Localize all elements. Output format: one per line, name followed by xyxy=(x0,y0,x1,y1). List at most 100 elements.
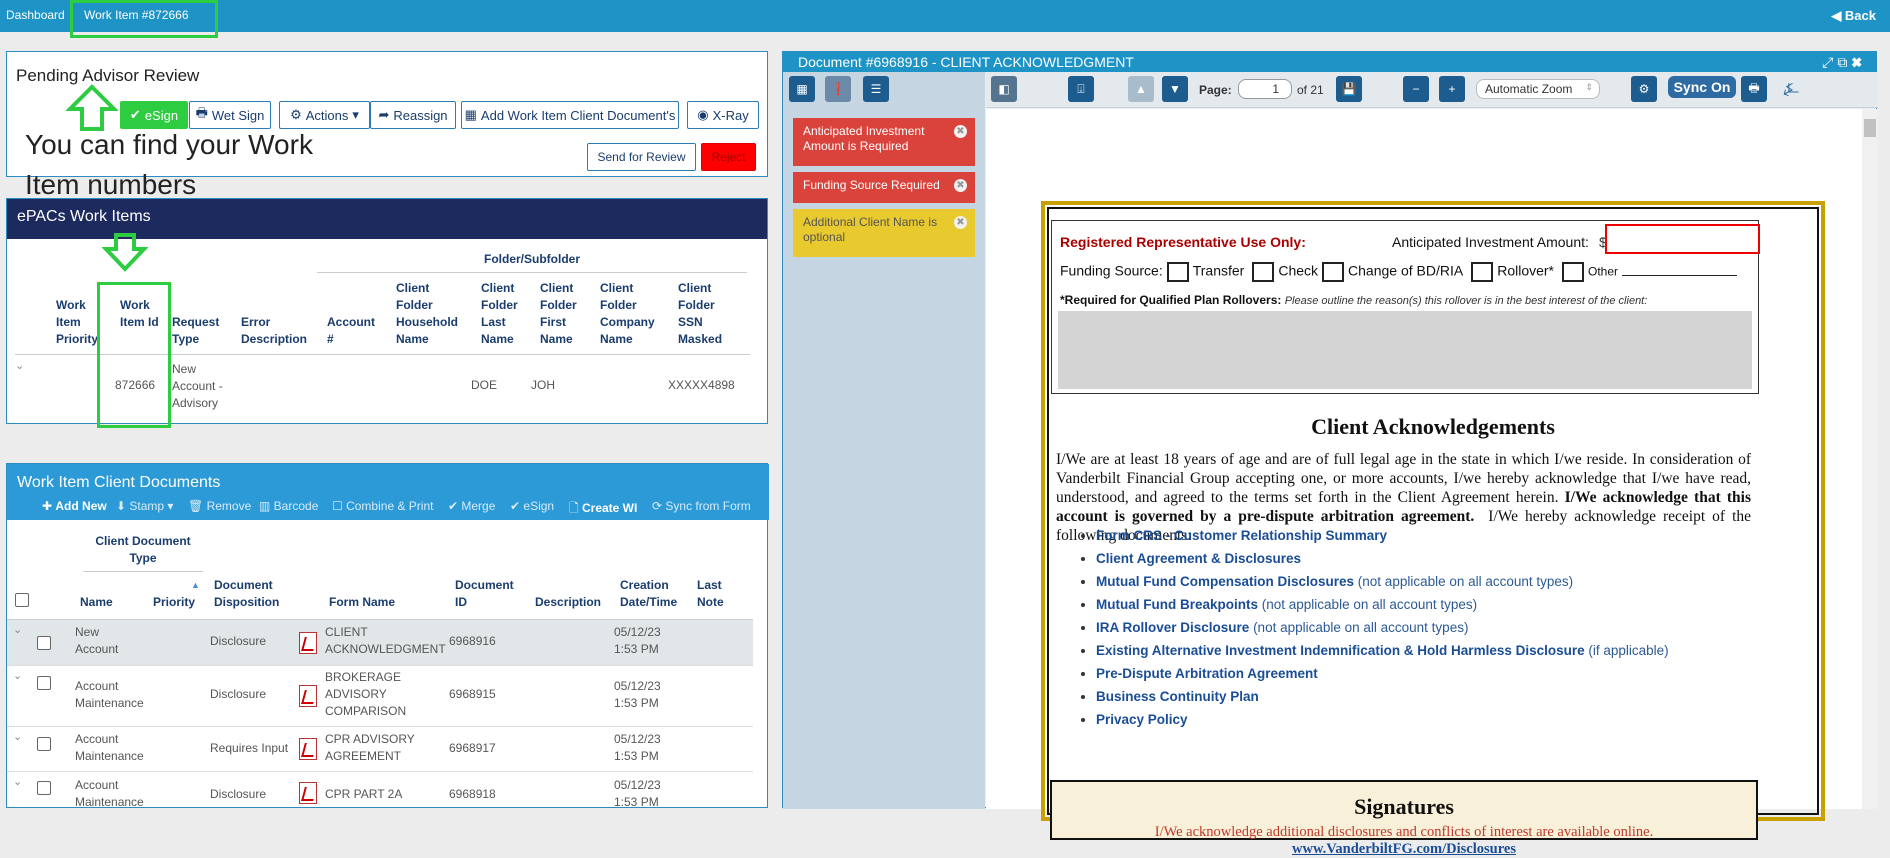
toolbar-add-new[interactable]: ✚ Add New xyxy=(42,499,107,513)
pdf-icon[interactable] xyxy=(299,632,317,654)
list-item[interactable]: Mutual Fund Breakpoints (not applicable … xyxy=(1096,593,1758,616)
col-last-note[interactable]: Last Note xyxy=(697,577,737,611)
pdf-export-icon[interactable]: ⍼ xyxy=(1778,76,1804,102)
list-item[interactable]: Form CRS - Customer Relationship Summary xyxy=(1096,524,1758,547)
row-form-name[interactable]: CPR ADVISORY AGREEMENT xyxy=(325,731,425,765)
table-row[interactable]: ⌄ New Account Disclosure CLIENT ACKNOWLE… xyxy=(7,619,753,665)
reject-button[interactable]: Reject xyxy=(701,143,756,171)
dismiss-icon[interactable]: ✖ xyxy=(954,125,967,138)
thumbnails-icon[interactable]: ▦ xyxy=(789,76,815,102)
list-item[interactable]: Client Agreement & Disclosures xyxy=(1096,547,1758,570)
table-row[interactable]: ⌄ Account Maintenance Disclosure CPR PAR… xyxy=(7,771,753,809)
select-all-checkbox[interactable] xyxy=(15,593,29,607)
row-checkbox[interactable] xyxy=(37,781,51,795)
list-item[interactable]: IRA Rollover Disclosure (not applicable … xyxy=(1096,616,1758,639)
col-document-disposition[interactable]: Document Disposition xyxy=(214,577,294,611)
toolbar-stamp[interactable]: ⬇ Stamp ▾ xyxy=(116,499,173,513)
previous-page-icon[interactable]: ▲ xyxy=(1128,76,1154,102)
toolbar-create-wi[interactable]: 🗋 Create WI xyxy=(569,499,637,520)
list-item[interactable]: Pre-Dispute Arbitration Agreement xyxy=(1096,662,1758,685)
row-checkbox[interactable] xyxy=(37,676,51,690)
table-row[interactable]: ⌄ Account Maintenance Requires Input CPR… xyxy=(7,726,753,771)
send-for-review-button[interactable]: Send for Review xyxy=(587,143,696,171)
settings-gear-icon[interactable]: ⚙ xyxy=(1631,76,1657,102)
breadcrumb-dashboard[interactable]: Dashboard xyxy=(6,8,65,22)
col-work-item-priority[interactable]: Work Item Priority xyxy=(56,297,98,348)
row-checkbox[interactable] xyxy=(37,737,51,751)
breadcrumb-work-item[interactable]: Work Item #872666 xyxy=(84,8,189,22)
change-bd-checkbox[interactable] xyxy=(1322,262,1345,282)
other-checkbox[interactable] xyxy=(1562,262,1585,282)
close-icon[interactable]: ✖ xyxy=(1851,54,1866,70)
pdf-icon[interactable] xyxy=(299,685,317,707)
col-error-description[interactable]: Error Description xyxy=(241,314,313,348)
scrollbar-thumb[interactable] xyxy=(1864,119,1876,137)
list-item[interactable]: Privacy Policy xyxy=(1096,708,1758,731)
row-expand-chevron-icon[interactable]: ⌄ xyxy=(13,669,22,682)
row-checkbox[interactable] xyxy=(37,636,51,650)
toolbar-barcode[interactable]: ▥ Barcode xyxy=(259,499,318,513)
col-account-number[interactable]: Account # xyxy=(327,314,383,348)
alert-funding-source[interactable]: Funding Source Required ✖ xyxy=(793,172,975,203)
table-row[interactable]: ⌄ Account Maintenance Disclosure BROKERA… xyxy=(7,665,753,726)
dismiss-icon[interactable]: ✖ xyxy=(954,179,967,192)
alerts-icon[interactable]: ❗ xyxy=(825,76,851,102)
alert-additional-client[interactable]: Additional Client Name is optional ✖ xyxy=(793,209,975,257)
list-item[interactable]: Mutual Fund Compensation Disclosures (no… xyxy=(1096,570,1758,593)
expand-icon[interactable]: ⤢ xyxy=(1822,54,1837,70)
col-company-name[interactable]: Client Folder Company Name xyxy=(600,280,660,348)
toolbar-merge[interactable]: ✔ Merge xyxy=(448,499,495,513)
col-priority[interactable]: Priority xyxy=(153,594,195,611)
row-expand-chevron-icon[interactable]: ⌄ xyxy=(13,730,22,743)
row-form-name[interactable]: BROKERAGE ADVISORY COMPARISON xyxy=(325,669,420,720)
dismiss-icon[interactable]: ✖ xyxy=(954,216,967,229)
toolbar-sync-from-form[interactable]: ⟳ Sync from Form xyxy=(652,499,751,513)
pdf-icon[interactable] xyxy=(299,738,317,760)
disclosures-link[interactable]: www.VanderbiltFG.com/Disclosures xyxy=(1052,841,1756,858)
sidebar-toggle-icon[interactable]: ◧ xyxy=(991,76,1017,102)
col-name[interactable]: Name xyxy=(80,594,113,611)
sort-asc-icon[interactable]: ▲ xyxy=(191,580,200,590)
next-page-icon[interactable]: ▼ xyxy=(1162,76,1188,102)
external-link-icon[interactable]: ⧉ xyxy=(1837,54,1851,70)
xray-button[interactable]: ◉ X-Ray xyxy=(687,101,759,129)
rollover-checkbox[interactable] xyxy=(1471,262,1494,282)
zoom-select[interactable]: Automatic Zoom ⇕ xyxy=(1476,79,1600,99)
col-first-name[interactable]: Client Folder First Name xyxy=(540,280,584,348)
toolbar-combine-print[interactable]: ☐ Combine & Print xyxy=(332,499,433,513)
vertical-scrollbar[interactable] xyxy=(1862,109,1878,809)
col-household-name[interactable]: Client Folder Household Name xyxy=(396,280,464,348)
transfer-checkbox[interactable] xyxy=(1166,262,1189,282)
row-form-name[interactable]: CPR PART 2A xyxy=(325,786,402,803)
toolbar-remove[interactable]: 🗑 Remove xyxy=(188,499,251,513)
col-ssn-masked[interactable]: Client Folder SSN Masked xyxy=(678,280,728,348)
pdf-icon[interactable] xyxy=(299,782,317,804)
back-button[interactable]: ◀ Back xyxy=(1831,8,1876,24)
alert-investment-amount[interactable]: Anticipated Investment Amount is Require… xyxy=(793,118,975,166)
col-form-name[interactable]: Form Name xyxy=(329,594,395,611)
add-documents-button[interactable]: ▦ Add Work Item Client Document's xyxy=(461,101,679,129)
zoom-in-icon[interactable]: + xyxy=(1439,76,1465,102)
rollover-reason-textarea[interactable] xyxy=(1058,311,1752,389)
reassign-button[interactable]: ➦ Reassign xyxy=(370,101,456,129)
col-document-id[interactable]: Document ID xyxy=(455,577,525,611)
page-number-input[interactable]: 1 xyxy=(1238,79,1292,99)
outline-list-icon[interactable]: ☰ xyxy=(863,76,889,102)
col-description[interactable]: Description xyxy=(535,594,601,611)
sync-toggle[interactable]: Sync On xyxy=(1668,76,1736,98)
col-request-type[interactable]: Request Type xyxy=(172,314,228,348)
row-form-name[interactable]: CLIENT ACKNOWLEDGMENT xyxy=(325,624,450,658)
other-line[interactable] xyxy=(1622,274,1738,276)
check-checkbox[interactable] xyxy=(1252,262,1275,282)
print-icon[interactable]: 🖶 xyxy=(1741,76,1767,102)
list-item[interactable]: Existing Alternative Investment Indemnif… xyxy=(1096,639,1758,662)
zoom-out-icon[interactable]: − xyxy=(1403,76,1429,102)
row-expand-chevron-icon[interactable]: ⌄ xyxy=(13,623,22,636)
text-select-icon[interactable]: ⍗ xyxy=(1068,76,1094,102)
toolbar-esign[interactable]: ✔ eSign xyxy=(510,499,554,513)
row-expand-chevron-icon[interactable]: ⌄ xyxy=(13,775,22,788)
col-creation-datetime[interactable]: Creation Date/Time xyxy=(620,577,680,611)
save-icon[interactable]: 💾 xyxy=(1336,76,1362,102)
list-item[interactable]: Business Continuity Plan xyxy=(1096,685,1758,708)
row-expand-chevron-icon[interactable]: ⌄ xyxy=(15,359,24,372)
